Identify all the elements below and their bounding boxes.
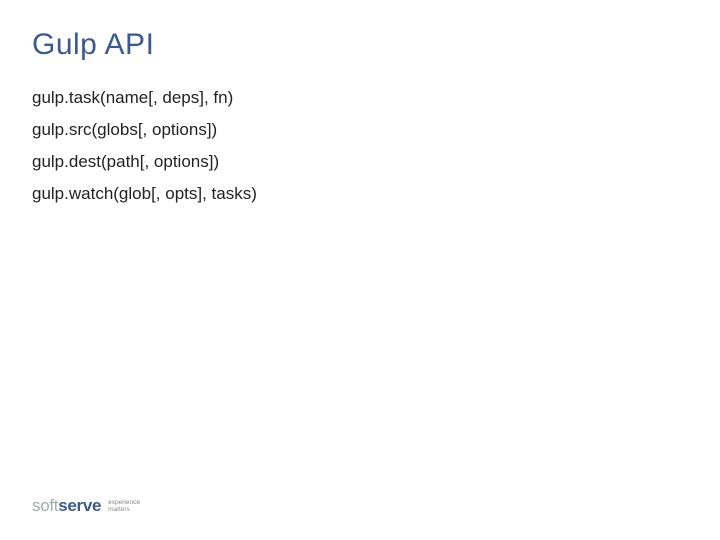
logo-tagline-bottom: matters — [108, 507, 140, 514]
api-list: gulp.task(name[, deps], fn) gulp.src(glo… — [32, 88, 688, 204]
logo-wordmark: softserve — [32, 496, 101, 516]
softserve-logo: softserve experience matters — [32, 496, 140, 516]
logo-soft: soft — [32, 496, 58, 515]
slide: Gulp API gulp.task(name[, deps], fn) gul… — [0, 0, 720, 540]
logo-serve: serve — [58, 496, 101, 515]
api-line: gulp.task(name[, deps], fn) — [32, 88, 688, 108]
slide-title: Gulp API — [32, 28, 688, 62]
api-line: gulp.src(globs[, options]) — [32, 120, 688, 140]
api-line: gulp.dest(path[, options]) — [32, 152, 688, 172]
logo-tagline: experience matters — [108, 500, 140, 514]
api-line: gulp.watch(glob[, opts], tasks) — [32, 184, 688, 204]
